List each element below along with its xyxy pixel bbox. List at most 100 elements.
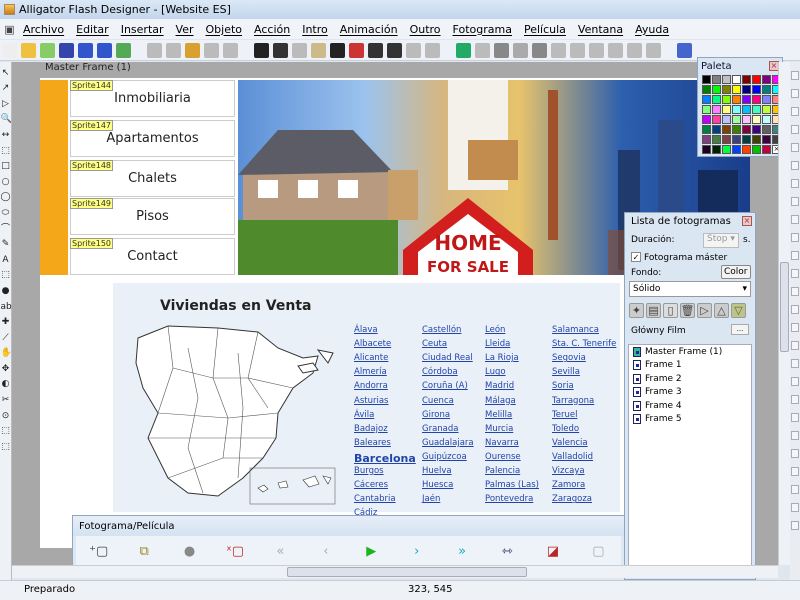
right-tool-25-icon[interactable] <box>791 521 799 530</box>
city-link[interactable]: Burgos <box>354 466 384 476</box>
nav-item-inmobiliaria[interactable]: Inmobiliaria Sprite144 <box>70 80 235 117</box>
city-link[interactable]: La Rioja <box>485 353 519 363</box>
align-icon[interactable] <box>551 42 566 58</box>
copy-icon[interactable] <box>166 42 181 58</box>
city-link[interactable]: Coruña (A) <box>422 381 468 391</box>
palette-swatch[interactable] <box>752 85 761 94</box>
trash-icon[interactable]: 🗑 <box>680 303 695 318</box>
palette-swatch[interactable] <box>752 75 761 84</box>
city-link[interactable]: Navarra <box>485 438 519 448</box>
palette-swatch[interactable] <box>732 105 741 114</box>
action-icon[interactable] <box>513 42 528 58</box>
palette-swatch[interactable] <box>732 125 741 134</box>
palette-swatch[interactable] <box>712 115 721 124</box>
palette-swatch[interactable] <box>752 115 761 124</box>
city-link[interactable]: Ávila <box>354 410 374 420</box>
align3-icon[interactable] <box>589 42 604 58</box>
frame-item[interactable]: Frame 4 <box>629 399 751 413</box>
fill-icon[interactable] <box>406 42 421 58</box>
first-frame-icon[interactable]: « <box>258 544 303 559</box>
tool-14-icon[interactable]: ● <box>1 286 11 296</box>
tool-6-icon[interactable]: □ <box>1 161 11 171</box>
align6-icon[interactable] <box>646 42 661 58</box>
right-tool-7-icon[interactable] <box>791 197 799 206</box>
city-link[interactable]: Palmas (Las) <box>485 480 539 490</box>
menu-1[interactable]: Editar <box>76 23 109 36</box>
city-link[interactable]: Zaragoza <box>552 494 592 504</box>
palette-swatch[interactable] <box>722 115 731 124</box>
frame-item[interactable]: Frame 3 <box>629 386 751 400</box>
city-link[interactable]: Baleares <box>354 438 391 448</box>
palette-swatch[interactable] <box>732 95 741 104</box>
horizontal-scrollbar[interactable] <box>12 565 778 578</box>
spain-map[interactable] <box>128 318 343 508</box>
delete-frame-icon[interactable]: ˣ▢ <box>212 544 257 559</box>
city-link[interactable]: Vizcaya <box>552 466 585 476</box>
city-link[interactable]: Granada <box>422 424 459 434</box>
master-frame-checkbox[interactable]: ✓ Fotograma máster <box>631 252 727 263</box>
city-link[interactable]: Salamanca <box>552 325 599 335</box>
next-frame-icon[interactable]: › <box>394 544 439 559</box>
right-tool-5-icon[interactable] <box>791 161 799 170</box>
right-tool-6-icon[interactable] <box>791 179 799 188</box>
palette-swatch[interactable] <box>702 125 711 134</box>
tool-23-icon[interactable]: ⬚ <box>1 426 11 436</box>
palette-swatch[interactable] <box>722 95 731 104</box>
city-link[interactable]: Barcelona <box>354 452 416 465</box>
export-icon[interactable] <box>78 42 93 58</box>
city-link[interactable]: Murcia <box>485 424 513 434</box>
align4-icon[interactable] <box>608 42 623 58</box>
palette-swatch[interactable] <box>742 135 751 144</box>
palette-swatch[interactable] <box>712 105 721 114</box>
save-icon[interactable] <box>59 42 74 58</box>
fill-type-select[interactable]: Sólido ▾ <box>629 281 751 297</box>
palette-swatch[interactable] <box>722 105 731 114</box>
palette-swatch[interactable] <box>762 95 771 104</box>
palette-swatch[interactable] <box>762 115 771 124</box>
add-frame-icon[interactable]: ⁺▢ <box>76 544 121 559</box>
menu-0[interactable]: Archivo <box>23 23 64 36</box>
frame-list-close-icon[interactable]: × <box>742 216 752 226</box>
city-link[interactable]: Almería <box>354 367 387 377</box>
city-link[interactable]: Huesca <box>422 480 453 490</box>
palette-swatch[interactable] <box>702 135 711 144</box>
line-width-icon[interactable] <box>254 42 269 58</box>
nav-item-apartamentos[interactable]: Apartamentos Sprite147 <box>70 120 235 157</box>
right-tool-16-icon[interactable] <box>791 359 799 368</box>
tool-9-icon[interactable]: ⬭ <box>1 208 11 218</box>
right-tool-1-icon[interactable] <box>791 89 799 98</box>
text-effect2-icon[interactable] <box>387 42 402 58</box>
city-link[interactable]: Valencia <box>552 438 588 448</box>
ungroup-icon[interactable] <box>223 42 238 58</box>
right-tool-13-icon[interactable] <box>791 305 799 314</box>
city-link[interactable]: Lleida <box>485 339 510 349</box>
prev-frame-icon[interactable]: ‹ <box>303 544 348 559</box>
fill-color-icon[interactable]: ◪ <box>530 544 575 559</box>
master-frame-item[interactable]: Master Frame (1) <box>629 345 751 359</box>
palette-swatch[interactable] <box>732 135 741 144</box>
nav-item-contact[interactable]: Contact Sprite150 <box>70 238 235 275</box>
menu-8[interactable]: Outro <box>410 23 441 36</box>
movie-browse-button[interactable]: ... <box>731 324 749 335</box>
city-link[interactable]: Badajoz <box>354 424 388 434</box>
palette-swatch[interactable] <box>742 95 751 104</box>
right-tool-18-icon[interactable] <box>791 395 799 404</box>
palette-swatch[interactable] <box>702 105 711 114</box>
menu-5[interactable]: Acción <box>254 23 290 36</box>
tool-5-icon[interactable]: ⬚ <box>1 146 11 156</box>
palette-swatch[interactable] <box>742 105 751 114</box>
palette-swatch[interactable] <box>762 145 771 154</box>
right-tool-11-icon[interactable] <box>791 269 799 278</box>
right-tool-2-icon[interactable] <box>791 107 799 116</box>
city-link[interactable]: León <box>485 325 505 335</box>
help-icon[interactable] <box>677 42 692 58</box>
palette-swatch[interactable] <box>712 95 721 104</box>
right-tool-8-icon[interactable] <box>791 215 799 224</box>
city-link[interactable]: Málaga <box>485 396 516 406</box>
tool-8-icon[interactable]: ◯ <box>1 192 11 202</box>
tool-20-icon[interactable]: ◐ <box>1 379 11 389</box>
city-link[interactable]: Girona <box>422 410 450 420</box>
city-link[interactable]: Huelva <box>422 466 452 476</box>
tool-15-icon[interactable]: abc <box>1 302 17 312</box>
align5-icon[interactable] <box>627 42 642 58</box>
